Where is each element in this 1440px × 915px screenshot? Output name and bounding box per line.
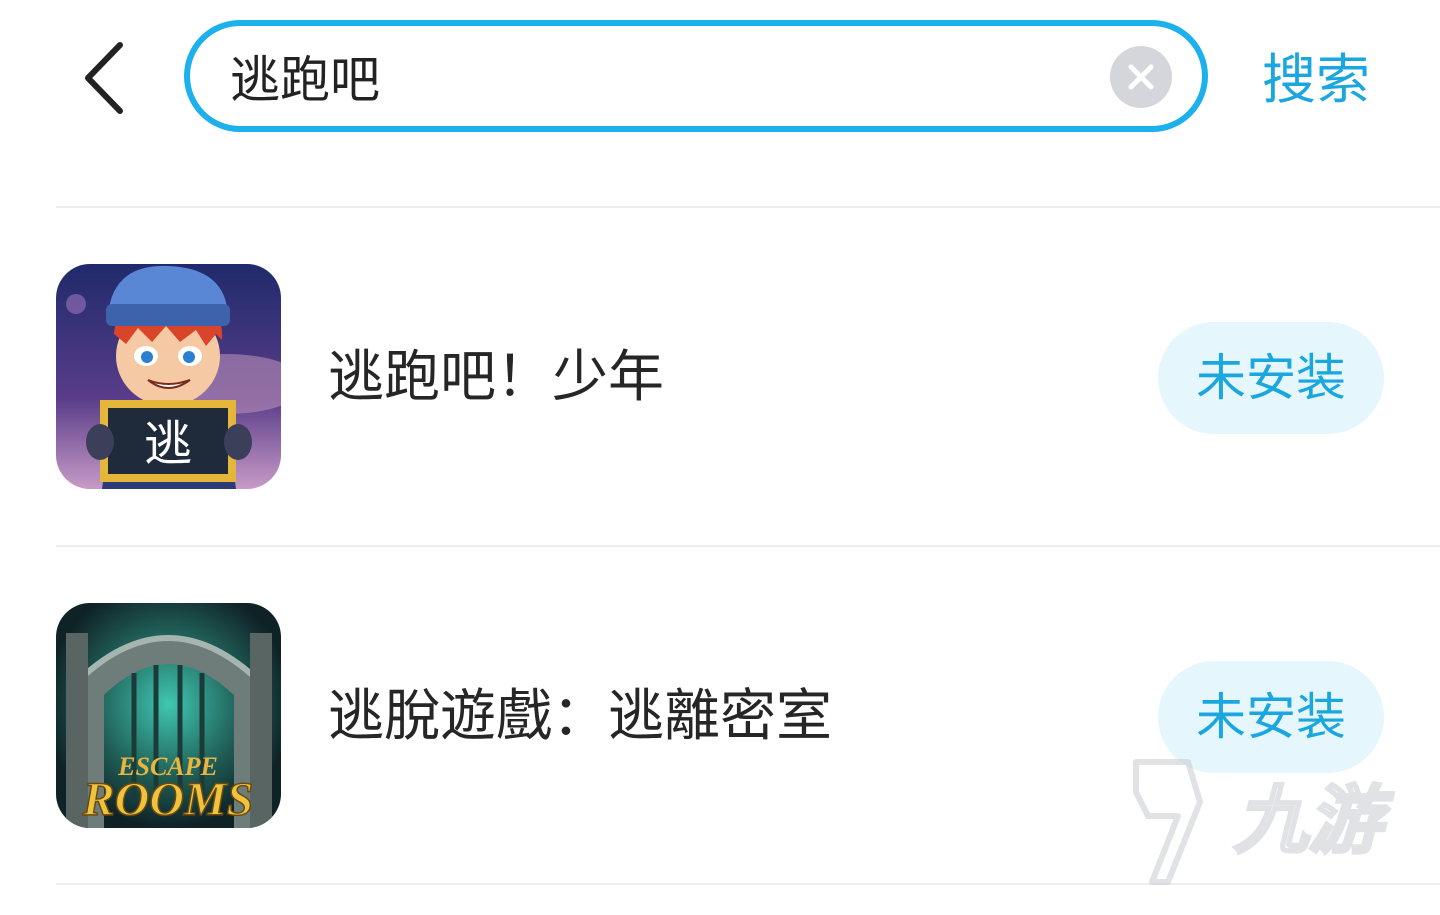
- app-name: 逃脫遊戲：逃離密室: [328, 684, 832, 749]
- install-status-button[interactable]: 未安装: [1158, 661, 1384, 773]
- back-button[interactable]: [64, 30, 144, 126]
- icon-sign-text: 逃: [144, 416, 192, 472]
- search-results-page: 搜索: [0, 0, 1440, 915]
- clear-circle-icon: [1128, 64, 1154, 90]
- divider: [56, 883, 1440, 885]
- chevron-left-icon: [85, 42, 123, 114]
- search-input[interactable]: [230, 26, 1070, 126]
- list-item[interactable]: ESCAPE ROOMS 逃脫遊戲：逃離密室 未安装: [0, 545, 1440, 883]
- clear-search-button[interactable]: [1110, 46, 1172, 108]
- app-name: 逃跑吧！少年: [328, 345, 664, 410]
- install-status-button[interactable]: 未安装: [1158, 322, 1384, 434]
- search-button[interactable]: 搜索: [1262, 40, 1370, 120]
- list-item[interactable]: 逃 逃跑吧！少年 未安装: [0, 206, 1440, 544]
- game-icon-boy-with-sign: 逃: [56, 264, 281, 489]
- icon-text-rooms: ROOMS: [82, 773, 254, 826]
- search-box[interactable]: [184, 20, 1208, 132]
- game-icon-escape-rooms: ESCAPE ROOMS: [56, 603, 281, 828]
